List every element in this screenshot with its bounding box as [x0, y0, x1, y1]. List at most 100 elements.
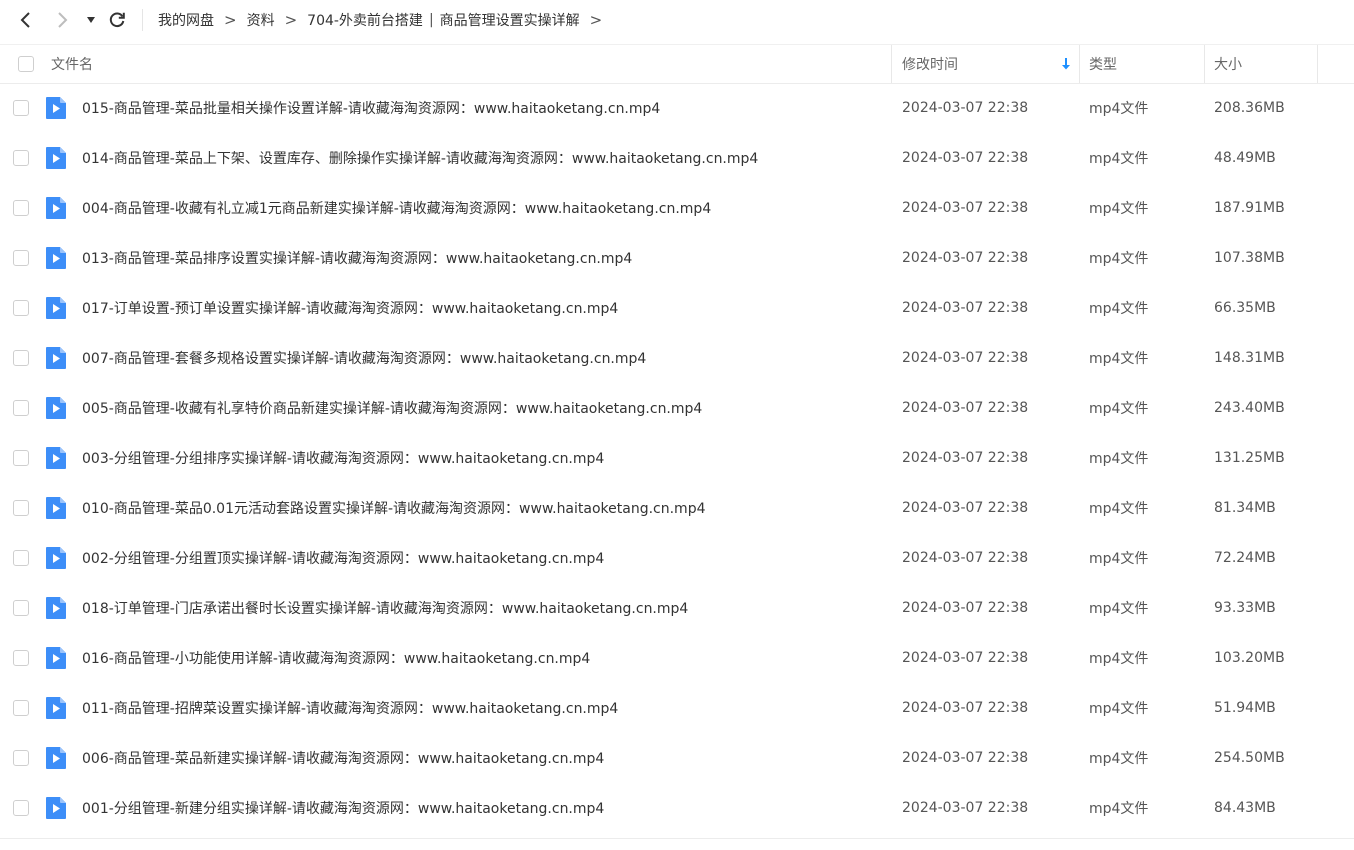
row-checkbox[interactable] [13, 650, 29, 666]
file-row[interactable]: 003-分组管理-分组排序实操详解-请收藏海淘资源网：www.haitaoket… [0, 433, 1354, 483]
file-modified-time: 2024-03-07 22:38 [902, 650, 1029, 666]
file-modified-time: 2024-03-07 22:38 [902, 500, 1029, 516]
row-checkbox[interactable] [13, 200, 29, 216]
video-file-icon [46, 797, 66, 819]
history-dropdown-button[interactable] [78, 6, 104, 34]
file-name[interactable]: 017-订单设置-预订单设置实操详解-请收藏海淘资源网：www.haitaoke… [82, 283, 618, 333]
chevron-right-icon [58, 12, 68, 28]
row-checkbox[interactable] [13, 800, 29, 816]
file-row[interactable]: 014-商品管理-菜品上下架、设置库存、删除操作实操详解-请收藏海淘资源网：ww… [0, 133, 1354, 183]
file-row[interactable]: 018-订单管理-门店承诺出餐时长设置实操详解-请收藏海淘资源网：www.hai… [0, 583, 1354, 633]
sort-down-arrow-icon[interactable] [1060, 45, 1072, 83]
file-size: 66.35MB [1214, 300, 1276, 316]
video-file-icon [46, 497, 66, 519]
row-checkbox[interactable] [13, 350, 29, 366]
caret-down-icon [87, 17, 95, 23]
breadcrumb-separator: > [589, 11, 603, 29]
select-all-checkbox[interactable] [18, 56, 34, 72]
video-file-icon [46, 747, 66, 769]
file-row[interactable]: 006-商品管理-菜品新建实操详解-请收藏海淘资源网：www.haitaoket… [0, 733, 1354, 783]
list-bottom-divider [0, 838, 1354, 839]
file-name[interactable]: 014-商品管理-菜品上下架、设置库存、删除操作实操详解-请收藏海淘资源网：ww… [82, 133, 758, 183]
column-header-type[interactable]: 类型 [1089, 45, 1117, 83]
chevron-left-icon [20, 12, 30, 28]
refresh-button[interactable] [103, 6, 131, 34]
file-row[interactable]: 013-商品管理-菜品排序设置实操详解-请收藏海淘资源网：www.haitaok… [0, 233, 1354, 283]
file-row[interactable]: 015-商品管理-菜品批量相关操作设置详解-请收藏海淘资源网：www.haita… [0, 83, 1354, 133]
file-size: 51.94MB [1214, 700, 1276, 716]
column-divider[interactable] [1317, 45, 1318, 83]
breadcrumb-pipe: | [428, 12, 434, 28]
file-type: mp4文件 [1089, 101, 1149, 117]
refresh-icon [109, 12, 125, 28]
row-checkbox[interactable] [13, 300, 29, 316]
row-checkbox[interactable] [13, 400, 29, 416]
file-type: mp4文件 [1089, 451, 1149, 467]
file-size: 84.43MB [1214, 800, 1276, 816]
breadcrumb-item-course[interactable]: 704-外卖前台搭建 [307, 10, 423, 30]
video-file-icon [46, 297, 66, 319]
file-name[interactable]: 005-商品管理-收藏有礼享特价商品新建实操详解-请收藏海淘资源网：www.ha… [82, 383, 702, 433]
breadcrumb-item-root[interactable]: 我的网盘 [158, 10, 214, 30]
file-size: 93.33MB [1214, 600, 1276, 616]
file-name[interactable]: 010-商品管理-菜品0.01元活动套路设置实操详解-请收藏海淘资源网：www.… [82, 483, 706, 533]
file-name[interactable]: 003-分组管理-分组排序实操详解-请收藏海淘资源网：www.haitaoket… [82, 433, 604, 483]
row-checkbox[interactable] [13, 150, 29, 166]
breadcrumb-item-ziliao[interactable]: 资料 [247, 10, 275, 30]
file-row[interactable]: 010-商品管理-菜品0.01元活动套路设置实操详解-请收藏海淘资源网：www.… [0, 483, 1354, 533]
file-name[interactable]: 004-商品管理-收藏有礼立减1元商品新建实操详解-请收藏海淘资源网：www.h… [82, 183, 711, 233]
file-type: mp4文件 [1089, 551, 1149, 567]
file-name[interactable]: 006-商品管理-菜品新建实操详解-请收藏海淘资源网：www.haitaoket… [82, 733, 604, 783]
file-type: mp4文件 [1089, 201, 1149, 217]
file-name[interactable]: 016-商品管理-小功能使用详解-请收藏海淘资源网：www.haitaoketa… [82, 633, 590, 683]
row-checkbox[interactable] [13, 250, 29, 266]
file-name[interactable]: 011-商品管理-招牌菜设置实操详解-请收藏海淘资源网：www.haitaoke… [82, 683, 618, 733]
video-file-icon [46, 547, 66, 569]
video-file-icon [46, 347, 66, 369]
file-type: mp4文件 [1089, 251, 1149, 267]
file-modified-time: 2024-03-07 22:38 [902, 450, 1029, 466]
column-header-modified[interactable]: 修改时间 [902, 45, 958, 83]
forward-button[interactable] [49, 6, 77, 34]
video-file-icon [46, 647, 66, 669]
row-checkbox[interactable] [13, 550, 29, 566]
file-modified-time: 2024-03-07 22:38 [902, 200, 1029, 216]
file-row[interactable]: 007-商品管理-套餐多规格设置实操详解-请收藏海淘资源网：www.haitao… [0, 333, 1354, 383]
row-checkbox[interactable] [13, 450, 29, 466]
file-name[interactable]: 007-商品管理-套餐多规格设置实操详解-请收藏海淘资源网：www.haitao… [82, 333, 646, 383]
file-type: mp4文件 [1089, 351, 1149, 367]
file-row[interactable]: 016-商品管理-小功能使用详解-请收藏海淘资源网：www.haitaoketa… [0, 633, 1354, 683]
column-divider[interactable] [1204, 45, 1205, 83]
file-row[interactable]: 017-订单设置-预订单设置实操详解-请收藏海淘资源网：www.haitaoke… [0, 283, 1354, 333]
column-divider[interactable] [1079, 45, 1080, 83]
file-type: mp4文件 [1089, 401, 1149, 417]
file-size: 72.24MB [1214, 550, 1276, 566]
row-checkbox[interactable] [13, 700, 29, 716]
file-row[interactable]: 002-分组管理-分组置顶实操详解-请收藏海淘资源网：www.haitaoket… [0, 533, 1354, 583]
row-checkbox[interactable] [13, 600, 29, 616]
video-file-icon [46, 97, 66, 119]
column-divider[interactable] [891, 45, 892, 83]
row-checkbox[interactable] [13, 750, 29, 766]
column-header-size[interactable]: 大小 [1214, 45, 1242, 83]
file-row[interactable]: 001-分组管理-新建分组实操详解-请收藏海淘资源网：www.haitaoket… [0, 783, 1354, 833]
file-row[interactable]: 005-商品管理-收藏有礼享特价商品新建实操详解-请收藏海淘资源网：www.ha… [0, 383, 1354, 433]
row-checkbox[interactable] [13, 100, 29, 116]
breadcrumb-item-current[interactable]: 商品管理设置实操详解 [440, 10, 580, 30]
file-row[interactable]: 004-商品管理-收藏有礼立减1元商品新建实操详解-请收藏海淘资源网：www.h… [0, 183, 1354, 233]
file-modified-time: 2024-03-07 22:38 [902, 750, 1029, 766]
file-row[interactable]: 011-商品管理-招牌菜设置实操详解-请收藏海淘资源网：www.haitaoke… [0, 683, 1354, 733]
file-name[interactable]: 018-订单管理-门店承诺出餐时长设置实操详解-请收藏海淘资源网：www.hai… [82, 583, 688, 633]
file-modified-time: 2024-03-07 22:38 [902, 400, 1029, 416]
column-header-name[interactable]: 文件名 [51, 45, 93, 83]
back-button[interactable] [11, 6, 39, 34]
file-name[interactable]: 001-分组管理-新建分组实操详解-请收藏海淘资源网：www.haitaoket… [82, 783, 604, 833]
row-checkbox[interactable] [13, 500, 29, 516]
file-name[interactable]: 015-商品管理-菜品批量相关操作设置详解-请收藏海淘资源网：www.haita… [82, 83, 660, 133]
toolbar: 我的网盘 > 资料 > 704-外卖前台搭建 | 商品管理设置实操详解 > [0, 0, 1354, 40]
video-file-icon [46, 247, 66, 269]
file-modified-time: 2024-03-07 22:38 [902, 250, 1029, 266]
file-type: mp4文件 [1089, 651, 1149, 667]
file-name[interactable]: 013-商品管理-菜品排序设置实操详解-请收藏海淘资源网：www.haitaok… [82, 233, 632, 283]
file-name[interactable]: 002-分组管理-分组置顶实操详解-请收藏海淘资源网：www.haitaoket… [82, 533, 604, 583]
